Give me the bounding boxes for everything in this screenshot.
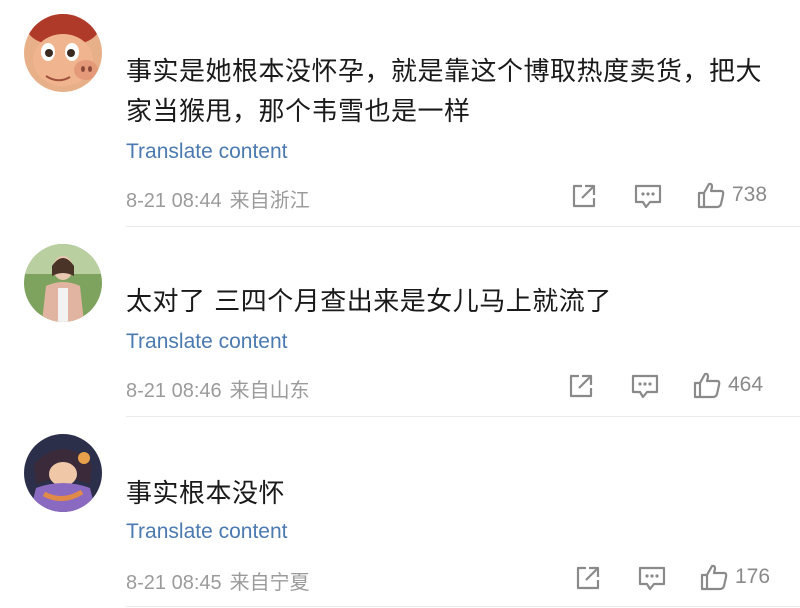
- comment-location: 来自山东: [229, 380, 310, 402]
- comment-icon: [631, 374, 659, 399]
- comment-item: 事实根本没怀 Translate content 8-21 08:45 来自宁夏 …: [0, 416, 800, 608]
- comment-meta: 8-21 08:44 来自浙江: [126, 184, 310, 213]
- repost-button[interactable]: [574, 564, 602, 592]
- like-button[interactable]: 464: [692, 370, 763, 400]
- cartoon-pig-avatar-icon: [24, 14, 102, 92]
- translate-link[interactable]: Translate content: [126, 520, 287, 544]
- comment-text: 太对了 三四个月查出来是女儿马上就流了: [126, 287, 612, 317]
- thumbs-up-icon: [700, 564, 728, 591]
- translate-link[interactable]: Translate content: [126, 140, 287, 164]
- avatar[interactable]: [24, 14, 102, 92]
- comment-icon: [634, 184, 662, 209]
- comment-item: 事实是她根本没怀孕，就是靠这个博取热度卖货，把大家当猴甩，那个韦雪也是一样 Tr…: [0, 0, 800, 226]
- share-icon: [576, 566, 600, 590]
- reply-button[interactable]: [633, 182, 663, 210]
- comment-text: 事实根本没怀: [126, 479, 286, 509]
- avatar[interactable]: [24, 244, 102, 322]
- like-count: 738: [732, 183, 768, 206]
- like-button[interactable]: 176: [699, 562, 770, 592]
- comment-text: 事实是她根本没怀孕，就是靠这个博取热度卖货，把大家当猴甩，那个韦雪也是一样: [126, 57, 763, 127]
- repost-button[interactable]: [570, 182, 598, 210]
- comment-item: 太对了 三四个月查出来是女儿马上就流了 Translate content 8-…: [0, 226, 800, 416]
- thumbs-up-icon: [693, 372, 721, 399]
- like-count: 464: [728, 373, 764, 396]
- reply-button[interactable]: [630, 372, 660, 400]
- avatar[interactable]: [24, 434, 102, 512]
- photo-person-avatar-icon: [24, 244, 102, 322]
- like-button[interactable]: 738: [696, 180, 767, 210]
- comment-icon: [638, 566, 666, 591]
- comment-time: 8-21 08:44: [126, 190, 222, 212]
- anime-avatar-icon: [24, 434, 102, 512]
- comment-time: 8-21 08:45: [126, 572, 222, 594]
- comment-meta: 8-21 08:46 来自山东: [126, 374, 310, 403]
- like-count: 176: [735, 565, 771, 588]
- share-icon: [572, 184, 596, 208]
- repost-button[interactable]: [567, 372, 595, 400]
- translate-link[interactable]: Translate content: [126, 330, 287, 354]
- reply-button[interactable]: [637, 564, 667, 592]
- divider: [126, 606, 800, 607]
- comment-location: 来自宁夏: [229, 572, 310, 594]
- share-icon: [569, 374, 593, 398]
- comment-time: 8-21 08:46: [126, 380, 222, 402]
- thumbs-up-icon: [697, 182, 725, 209]
- comment-location: 来自浙江: [229, 190, 310, 212]
- comment-meta: 8-21 08:45 来自宁夏: [126, 566, 310, 595]
